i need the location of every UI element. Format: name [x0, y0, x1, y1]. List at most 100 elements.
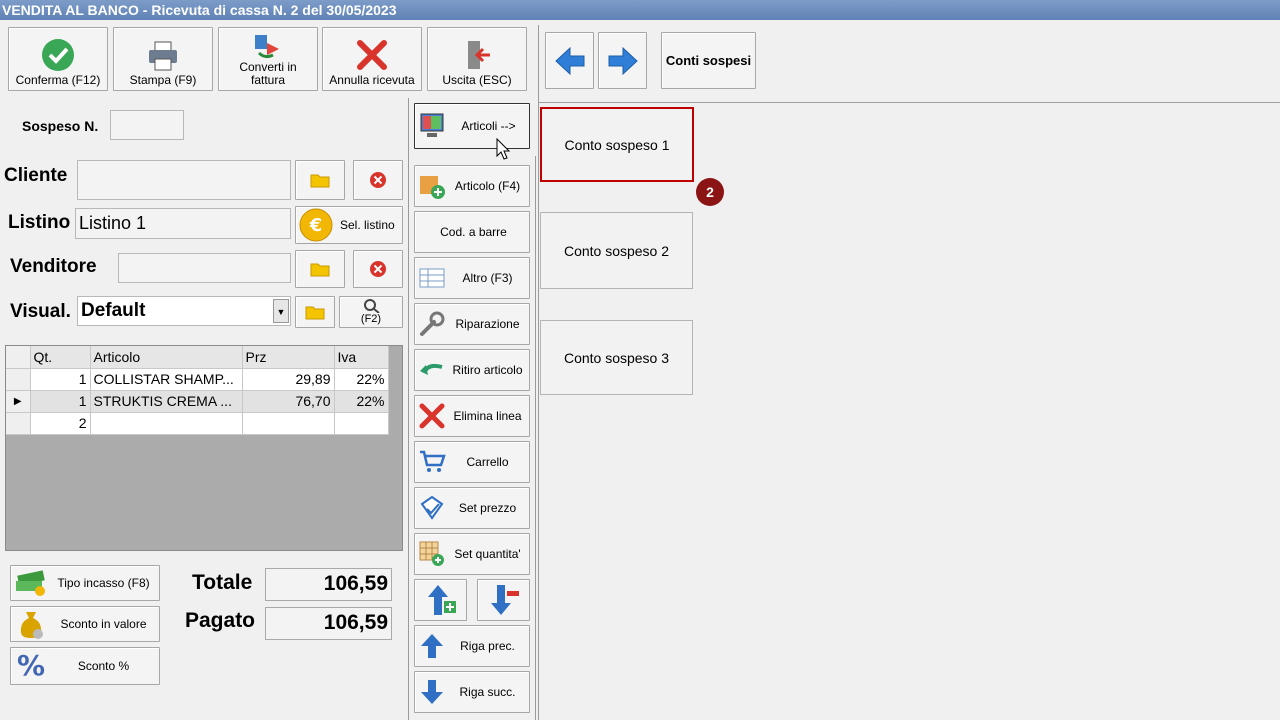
cod-barre-button[interactable]: Cod. a barre	[414, 211, 530, 253]
altro-label: Altro (F3)	[462, 271, 513, 285]
listino-input[interactable]: Listino 1	[75, 208, 291, 239]
cliente-input[interactable]	[77, 160, 291, 200]
articles-grid[interactable]: Qt. Articolo Prz Iva 1 COLLISTAR SHAMP..…	[5, 345, 403, 551]
cancel-receipt-button[interactable]: Annulla ricevuta	[322, 27, 422, 91]
table-icon	[419, 268, 445, 288]
exit-label: Uscita (ESC)	[442, 73, 512, 87]
header-article[interactable]: Articolo	[90, 346, 243, 369]
venditore-label: Venditore	[10, 256, 97, 277]
set-quantita-button[interactable]: Set quantita'	[414, 533, 530, 575]
exit-button[interactable]: Uscita (ESC)	[427, 27, 527, 91]
articoli-toggle-button[interactable]: Articoli -->	[414, 103, 530, 149]
tipo-incasso-label: Tipo incasso (F8)	[57, 576, 150, 590]
conto-sospeso-2-button[interactable]: Conto sospeso 2	[540, 212, 693, 289]
cell-article[interactable]	[90, 412, 243, 435]
header-vat[interactable]: Iva	[334, 346, 389, 369]
money-bag-icon	[20, 612, 43, 639]
monitor-icon	[420, 113, 444, 137]
sconto-valore-button[interactable]: Sconto in valore	[10, 606, 160, 642]
visual-browse-button[interactable]	[295, 296, 335, 328]
set-prezzo-button[interactable]: Set prezzo	[414, 487, 530, 529]
altro-button[interactable]: Altro (F3)	[414, 257, 530, 299]
cell-qty[interactable]: 1	[30, 368, 91, 391]
riga-succ-label: Riga succ.	[459, 685, 516, 699]
tipo-incasso-button[interactable]: Tipo incasso (F8)	[10, 565, 160, 601]
sospeso-input[interactable]	[110, 110, 184, 140]
f2-search-button[interactable]: (F2)	[339, 296, 403, 328]
clear-circle-icon	[370, 172, 386, 188]
cell-qty[interactable]: 2	[30, 412, 91, 435]
delete-x-icon	[419, 403, 445, 429]
cell-price[interactable]: 76,70	[242, 390, 335, 413]
totale-value: 106,59	[265, 568, 392, 601]
chevron-down-icon[interactable]: ▼	[273, 299, 289, 323]
conti-sospesi-button[interactable]: Conti sospesi	[661, 32, 756, 89]
sconto-valore-label: Sconto in valore	[60, 617, 147, 631]
visual-select[interactable]: Default ▼	[77, 296, 291, 326]
carrello-button[interactable]: Carrello	[414, 441, 530, 483]
header-qty[interactable]: Qt.	[30, 346, 91, 369]
riparazione-button[interactable]: Riparazione	[414, 303, 530, 345]
venditore-input[interactable]	[118, 253, 291, 283]
cell-article[interactable]: COLLISTAR SHAMP...	[90, 368, 243, 391]
prev-page-button[interactable]	[545, 32, 594, 89]
visual-label: Visual.	[10, 301, 71, 322]
table-row[interactable]: 1 COLLISTAR SHAMP... 29,89 22%	[6, 368, 389, 391]
venditore-browse-button[interactable]	[295, 250, 345, 288]
ritiro-articolo-button[interactable]: Ritiro articolo	[414, 349, 530, 391]
next-page-button[interactable]	[598, 32, 647, 89]
cliente-clear-button[interactable]	[353, 160, 403, 200]
cell-qty[interactable]: 1	[30, 390, 91, 413]
articoli-label: Articoli -->	[461, 119, 516, 133]
red-x-icon	[357, 40, 387, 70]
convert-icon	[255, 35, 279, 59]
arrow-down-icon	[421, 680, 443, 704]
header-price[interactable]: Prz	[242, 346, 335, 369]
conto-sospeso-2-label: Conto sospeso 2	[563, 242, 670, 259]
arrow-down-remove-icon	[490, 585, 519, 615]
cell-price[interactable]: 29,89	[242, 368, 335, 391]
table-row[interactable]: 2	[6, 412, 389, 435]
row-indicator	[6, 368, 31, 391]
remove-row-button[interactable]	[477, 579, 530, 621]
cod-barre-label: Cod. a barre	[440, 225, 507, 239]
elimina-linea-button[interactable]: Elimina linea	[414, 395, 530, 437]
folder-icon	[310, 174, 330, 188]
cancel-receipt-label: Annulla ricevuta	[329, 73, 415, 87]
add-article-icon	[420, 176, 445, 199]
cliente-label: Cliente	[4, 165, 68, 186]
cell-article[interactable]: STRUKTIS CREMA ...	[90, 390, 243, 413]
arrow-up-add-icon	[427, 585, 456, 615]
riga-succ-button[interactable]: Riga succ.	[414, 671, 530, 713]
cliente-browse-button[interactable]	[295, 160, 345, 200]
right-panel-divider	[538, 102, 1280, 103]
euro-coin-icon: €	[299, 208, 333, 242]
table-row[interactable]: ▶ 1 STRUKTIS CREMA ... 76,70 22%	[6, 390, 389, 413]
riparazione-label: Riparazione	[455, 317, 520, 331]
print-button[interactable]: Stampa (F9)	[113, 27, 213, 91]
cell-vat[interactable]: 22%	[334, 390, 389, 413]
grid-add-icon	[419, 541, 444, 566]
clear-circle-icon	[370, 261, 386, 277]
venditore-clear-button[interactable]	[353, 250, 403, 288]
set-quantita-label: Set quantita'	[454, 547, 521, 561]
sel-listino-button[interactable]: € Sel. listino	[295, 206, 403, 244]
riga-prec-button[interactable]: Riga prec.	[414, 625, 530, 667]
convert-invoice-button[interactable]: Converti in fattura	[218, 27, 318, 91]
mouse-cursor-icon	[496, 138, 511, 160]
sconto-perc-button[interactable]: % Sconto %	[10, 647, 160, 685]
pagato-label: Pagato	[185, 609, 256, 632]
cell-vat[interactable]	[334, 412, 389, 435]
cell-vat[interactable]: 22%	[334, 368, 389, 391]
riga-prec-label: Riga prec.	[460, 639, 515, 653]
cell-price[interactable]	[242, 412, 335, 435]
folder-icon	[305, 306, 325, 320]
conto-sospeso-3-button[interactable]: Conto sospeso 3	[540, 320, 693, 395]
conto-sospeso-1-button[interactable]: Conto sospeso 1	[540, 107, 694, 182]
confirm-button[interactable]: Conferma (F12)	[8, 27, 108, 91]
arrow-left-icon	[554, 46, 584, 75]
articolo-f4-button[interactable]: Articolo (F4)	[414, 165, 530, 207]
insert-row-button[interactable]	[414, 579, 467, 621]
sconto-perc-label: Sconto %	[77, 659, 130, 673]
confirm-label: Conferma (F12)	[15, 73, 101, 87]
